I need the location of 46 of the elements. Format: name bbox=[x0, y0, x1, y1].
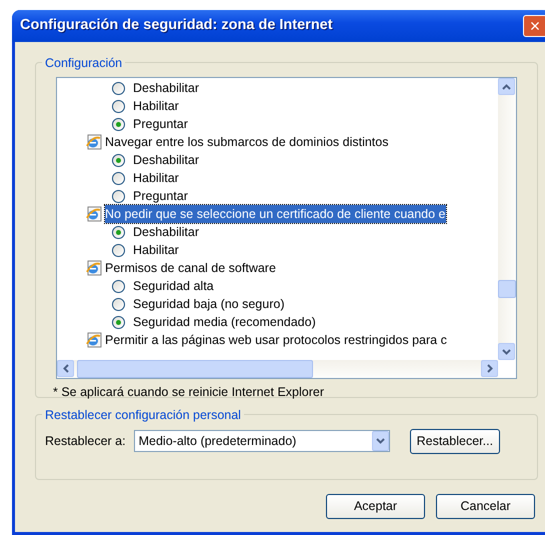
radio-button[interactable] bbox=[112, 154, 125, 166]
radio-button[interactable] bbox=[112, 244, 125, 256]
scroll-up-icon[interactable] bbox=[498, 78, 515, 95]
scroll-right-icon[interactable] bbox=[481, 360, 498, 377]
radio-button[interactable] bbox=[112, 100, 125, 112]
radio-button[interactable] bbox=[112, 172, 125, 184]
scroll-down-icon[interactable] bbox=[498, 343, 515, 360]
footnote: * Se aplicará cuando se reinicie Internet Explorer bbox=[53, 384, 325, 401]
reset-button[interactable]: Restablecer... bbox=[410, 429, 500, 454]
option-label: Preguntar bbox=[133, 188, 188, 205]
option-label: Deshabilitar bbox=[133, 152, 200, 169]
radio-button[interactable] bbox=[112, 280, 125, 292]
ok-button[interactable]: Aceptar bbox=[326, 494, 425, 519]
setting-icon bbox=[86, 332, 102, 348]
option-label: Habilitar bbox=[133, 170, 179, 187]
option-label: Seguridad baja (no seguro) bbox=[133, 296, 284, 313]
setting-item[interactable]: Navegar entre los submarcos de dominios distintos bbox=[105, 132, 388, 152]
scroll-left-icon[interactable] bbox=[57, 360, 74, 377]
field-label: Restablecer a: bbox=[45, 433, 126, 450]
vertical-scrollbar[interactable] bbox=[498, 78, 516, 360]
option-label: Deshabilitar bbox=[133, 224, 200, 241]
setting-item[interactable]: No pedir que se seleccione un certificado de cliente cuando e bbox=[105, 204, 446, 224]
option-label: Habilitar bbox=[133, 98, 179, 115]
setting-icon bbox=[86, 206, 102, 222]
radio-button[interactable] bbox=[112, 316, 125, 328]
scroll-thumb[interactable] bbox=[498, 280, 516, 298]
radio-button[interactable] bbox=[112, 190, 125, 202]
setting-item[interactable]: Permitir a las páginas web usar protocolos restringidos para c bbox=[105, 330, 447, 350]
option-label: Preguntar bbox=[133, 116, 188, 133]
setting-icon bbox=[86, 260, 102, 276]
level-dropdown[interactable]: Medio-alto (predeterminado) bbox=[134, 430, 390, 452]
option-label: Deshabilitar bbox=[133, 80, 200, 97]
close-button[interactable]: × bbox=[523, 15, 545, 37]
option-label: Habilitar bbox=[133, 242, 179, 259]
radio-button[interactable] bbox=[112, 82, 125, 94]
radio-button[interactable] bbox=[112, 298, 125, 310]
setting-item[interactable]: Permisos de canal de software bbox=[105, 258, 276, 278]
scroll-thumb[interactable] bbox=[77, 360, 313, 378]
horizontal-scrollbar[interactable] bbox=[57, 360, 498, 378]
option-label: Seguridad alta bbox=[133, 278, 214, 295]
cancel-button[interactable]: Cancelar bbox=[436, 494, 535, 519]
window-title: Configuración de seguridad: zona de Internet bbox=[20, 16, 333, 36]
radio-button[interactable] bbox=[112, 226, 125, 238]
option-label: Seguridad media (recomendado) bbox=[133, 314, 316, 331]
radio-button[interactable] bbox=[112, 118, 125, 130]
setting-icon bbox=[86, 134, 102, 150]
